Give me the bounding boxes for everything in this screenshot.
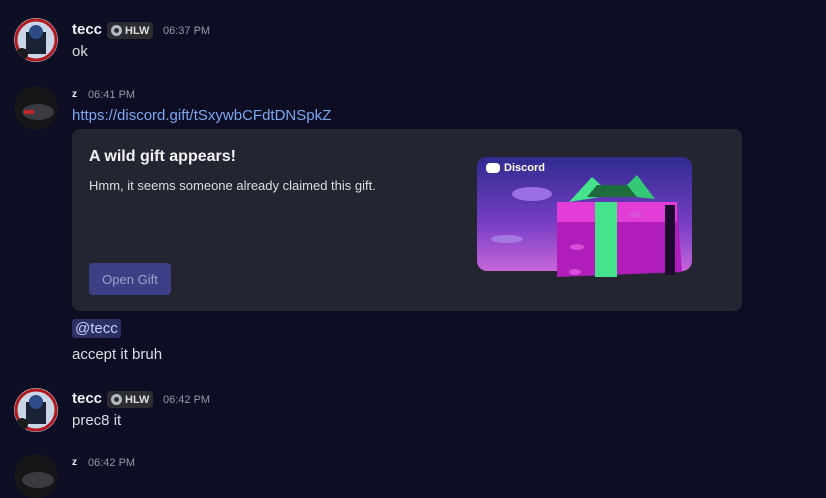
open-gift-button[interactable]: Open Gift — [89, 263, 171, 295]
timestamp: 06:41 PM — [88, 89, 136, 101]
user-avatar[interactable] — [14, 18, 58, 62]
clan-icon — [111, 25, 122, 36]
user-avatar[interactable] — [14, 454, 58, 498]
clan-icon — [111, 394, 122, 405]
discord-brand-label: Discord — [504, 162, 545, 174]
clan-tag[interactable]: HLW — [107, 391, 154, 408]
user-mention[interactable]: @tecc — [72, 319, 121, 338]
embed-description: Hmm, it seems someone already claimed th… — [89, 178, 376, 193]
message-text: accept it bruh — [72, 346, 163, 363]
message-text: prec8 it — [72, 412, 122, 429]
embed-title: A wild gift appears! — [89, 148, 236, 165]
author-marker: z — [72, 89, 77, 100]
gift-embed: A wild gift appears! Hmm, it seems someo… — [72, 129, 742, 311]
username[interactable]: tecc — [72, 390, 102, 407]
timestamp: 06:42 PM — [88, 457, 136, 469]
user-avatar[interactable] — [14, 388, 58, 432]
clan-tag-label: HLW — [125, 24, 150, 37]
timestamp: 06:37 PM — [163, 25, 211, 37]
clan-tag-label: HLW — [125, 393, 150, 406]
discord-logo-icon — [486, 163, 500, 173]
clan-tag[interactable]: HLW — [107, 22, 154, 39]
gift-link[interactable]: https://discord.gift/tSxywbCFdtDNSpkZ — [72, 107, 331, 124]
author-marker: z — [72, 457, 77, 468]
message-text: ok — [72, 43, 88, 60]
timestamp: 06:42 PM — [163, 394, 211, 406]
gift-illustration: Discord — [477, 157, 692, 280]
username[interactable]: tecc — [72, 21, 102, 38]
user-avatar[interactable] — [14, 86, 58, 130]
